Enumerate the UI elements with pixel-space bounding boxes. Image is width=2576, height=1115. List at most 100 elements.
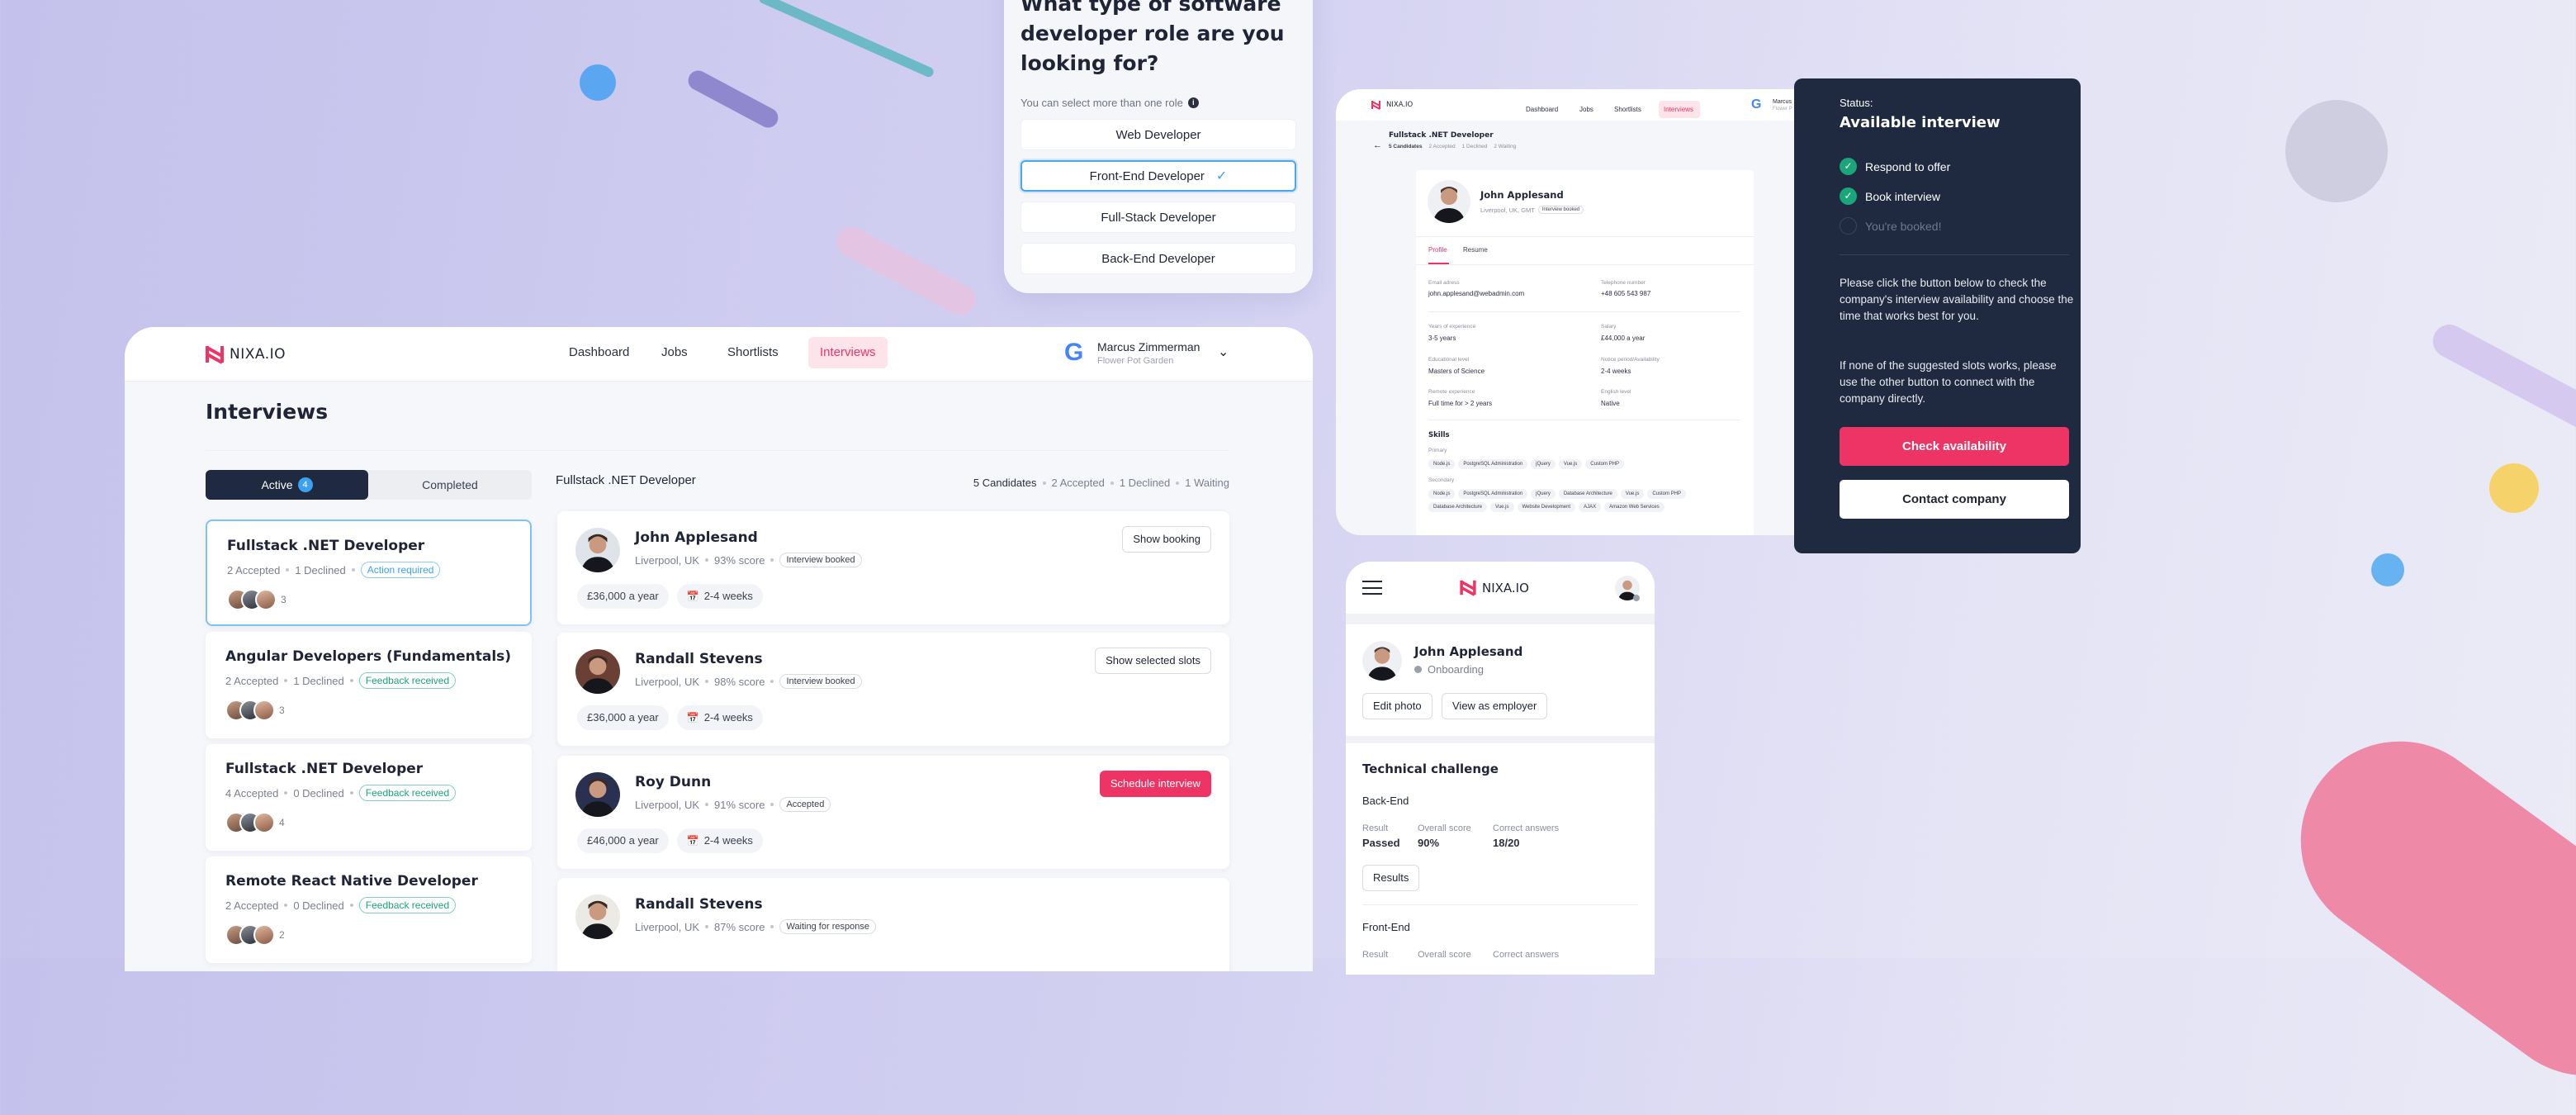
phone-value: +48 605 543 987	[1601, 290, 1651, 297]
candidate-avatars: 2	[225, 924, 285, 946]
nixa-logo[interactable]: NIXA.IO	[1460, 579, 1529, 596]
result-label: Result	[1362, 950, 1389, 960]
nav-dashboard[interactable]: Dashboard	[1521, 101, 1563, 118]
status-badge: Feedback received	[358, 897, 457, 913]
status-label: Status:	[1840, 97, 1873, 109]
avatar	[253, 924, 275, 946]
back-arrow-icon[interactable]: ←	[1373, 140, 1382, 150]
candidate-avatar	[575, 772, 620, 817]
job-title: Fullstack .NET Developer	[225, 761, 424, 777]
edit-photo-button[interactable]: Edit photo	[1362, 693, 1432, 719]
user-menu[interactable]: Marcus Zimmerman Flower Pot Garden	[1097, 340, 1200, 366]
candidate-name: John Applesand	[635, 529, 758, 546]
status-step: You're booked!	[1840, 217, 1941, 235]
years-value: 3-5 years	[1428, 334, 1456, 342]
candidate-action-button[interactable]: Show booking	[1122, 526, 1211, 553]
contact-company-button[interactable]: Contact company	[1840, 480, 2069, 519]
job-title: Fullstack .NET Developer	[227, 538, 425, 554]
nixa-logo[interactable]: NIXA.IO	[1371, 100, 1413, 110]
interviews-window: NIXA.IO Dashboard Jobs Shortlists Interv…	[125, 327, 1313, 971]
skill-chip: jQuery	[1531, 489, 1556, 499]
candidate-location: Liverpool, UK	[635, 675, 700, 688]
candidate-card[interactable]: Roy Dunn Liverpool, UK 91% score Accepted …	[557, 756, 1229, 869]
role-option-label: Web Developer	[1115, 127, 1201, 142]
frontend-title: Front-End	[1362, 921, 1410, 933]
divider	[1840, 254, 2069, 255]
role-option[interactable]: Web Developer	[1020, 119, 1296, 150]
candidate-score: 93% score	[714, 553, 765, 567]
view-as-employer-button[interactable]: View as employer	[1442, 693, 1548, 719]
results-button[interactable]: Results	[1362, 865, 1420, 891]
candidate-location: Liverpool, UK	[635, 920, 700, 933]
remote-label: Remote experience	[1428, 389, 1475, 395]
nav-shortlists[interactable]: Shortlists	[1609, 101, 1646, 118]
checkmark-icon: ✓	[1215, 169, 1228, 183]
job-card[interactable]: Angular Developers (Fundamentals) 2 Acce…	[206, 632, 532, 738]
onboarding-status: Onboarding	[1414, 663, 1484, 676]
candidate-card[interactable]: John Applesand Liverpool, UK 93% score Int…	[557, 511, 1229, 624]
nav-interviews[interactable]: Interviews	[1659, 101, 1700, 118]
role-option[interactable]: Full-Stack Developer	[1020, 202, 1296, 233]
role-option[interactable]: Front-End Developer ✓	[1020, 160, 1296, 192]
candidate-action-button[interactable]: Show selected slots	[1095, 648, 1211, 674]
phone-label: Telephone number	[1601, 280, 1646, 286]
result-value: Passed	[1362, 837, 1400, 849]
role-question-card: What type of software developer role are…	[1004, 0, 1313, 293]
avatar-count: 4	[279, 817, 285, 828]
tab-profile[interactable]: Profile	[1428, 246, 1447, 254]
skill-chip: Vue.js	[1620, 489, 1645, 499]
job-card[interactable]: Fullstack .NET Developer 4 Accepted 0 Dec…	[206, 744, 532, 851]
tab-active[interactable]: Active 4	[206, 470, 368, 500]
status-dot	[1414, 666, 1422, 673]
candidate-name: John Applesand	[1414, 644, 1523, 659]
nav-shortlists[interactable]: Shortlists	[716, 337, 790, 368]
nav-interviews[interactable]: Interviews	[808, 337, 888, 368]
brand-name: NIXA.IO	[1482, 580, 1529, 595]
avatar	[253, 812, 275, 833]
nav-jobs[interactable]: Jobs	[1574, 101, 1598, 118]
tab-completed[interactable]: Completed	[368, 470, 532, 500]
candidate-avatar	[575, 894, 620, 939]
candidate-card[interactable]: Randall Stevens Liverpool, UK 87% score Wa…	[557, 878, 1229, 971]
job-title: Remote React Native Developer	[225, 873, 478, 890]
candidate-avatars: 3	[227, 589, 286, 610]
tab-active-label: Active	[261, 478, 293, 491]
status-badge: Waiting for response	[779, 919, 876, 934]
page-title: Interviews	[206, 400, 329, 424]
candidate-card[interactable]: Randall Stevens Liverpool, UK 98% score In…	[557, 633, 1229, 746]
skill-chip: Database Architecture	[1428, 502, 1488, 512]
stat-accepted: 2 Accepted	[1428, 144, 1456, 149]
candidate-meta: Liverpool, UK 87% score Waiting for respon…	[635, 919, 876, 934]
candidate-avatars: 3	[225, 700, 285, 721]
notice-chip: 📅 2-4 weeks	[676, 584, 763, 609]
avatar-count: 3	[279, 705, 285, 716]
job-meta: 2 Accepted 0 Declined Feedback received	[225, 897, 457, 913]
job-card[interactable]: Fullstack .NET Developer 2 Accepted 1 Dec…	[206, 520, 532, 626]
status-badge: Interview booked	[779, 553, 862, 567]
job-card[interactable]: Remote React Native Developer 2 Accepted…	[206, 856, 532, 963]
role-option[interactable]: Back-End Developer	[1020, 243, 1296, 274]
candidate-meta: Liverpool, UK 91% score Accepted	[635, 797, 831, 812]
notice-chip: 📅 2-4 weeks	[676, 705, 763, 730]
decor-blue-dot-small	[2371, 553, 2404, 586]
hamburger-menu-icon[interactable]	[1362, 581, 1382, 595]
notice-value: 2-4 weeks	[1601, 368, 1631, 375]
calendar-icon: 📅	[686, 591, 699, 602]
active-count-badge: 4	[297, 477, 313, 492]
candidate-score: 87% score	[714, 920, 765, 933]
info-icon[interactable]: i	[1187, 97, 1199, 108]
tab-resume[interactable]: Resume	[1463, 246, 1488, 254]
chevron-down-icon[interactable]: ⌄	[1218, 344, 1229, 360]
stat-accepted: 2 Accepted	[1051, 477, 1105, 489]
nixa-logo[interactable]: NIXA.IO	[206, 344, 286, 364]
candidate-location: Liverpool, UK	[635, 553, 700, 567]
salary-chip: £36,000 a year	[577, 584, 669, 609]
candidate-action-button[interactable]: Schedule interview	[1099, 771, 1211, 797]
nav-jobs[interactable]: Jobs	[650, 337, 699, 368]
accepted-count: 2 Accepted	[225, 899, 279, 912]
avatar	[253, 700, 275, 721]
decor-yellow-dot	[2489, 463, 2539, 513]
check-availability-button[interactable]: Check availability	[1840, 427, 2069, 466]
nav-dashboard[interactable]: Dashboard	[557, 337, 641, 368]
accepted-count: 4 Accepted	[225, 786, 279, 799]
